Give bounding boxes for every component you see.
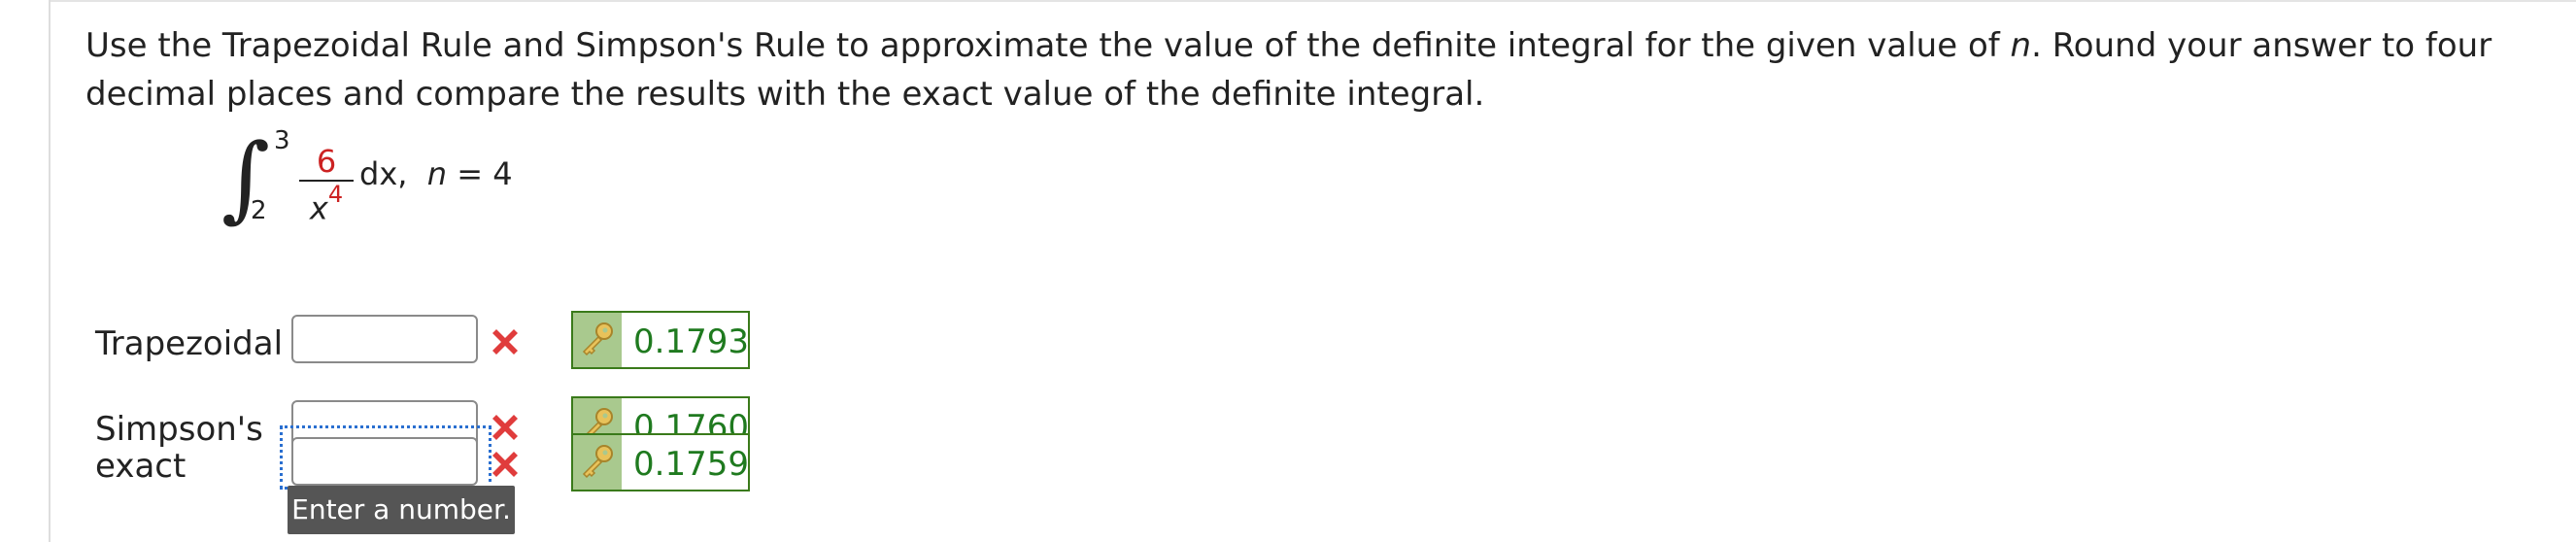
row-label: Simpson's [95, 410, 263, 449]
x-mark-icon [492, 415, 518, 440]
input-tooltip: Enter a number. [288, 486, 515, 534]
integral-tail: dx, n = 4 [359, 155, 513, 192]
key-icon [582, 445, 613, 479]
problem-text-part1: Use the Trapezoidal Rule and Simpson's R… [85, 26, 2011, 65]
key-icon [582, 322, 613, 356]
problem-statement: Use the Trapezoidal Rule and Simpson's R… [85, 21, 2553, 119]
problem-var-n: n [2010, 26, 2032, 65]
n-variable: n [426, 155, 448, 192]
n-value: = 4 [447, 155, 513, 192]
trapezoidal-input[interactable] [291, 315, 478, 363]
key-icon-cell [573, 313, 622, 367]
left-border [49, 0, 51, 542]
integrand-denominator: x4 [299, 181, 354, 227]
denominator-base: x [309, 189, 328, 227]
exact-input[interactable] [291, 437, 478, 486]
key-icon-cell [573, 435, 622, 490]
integral-expression: ∫ 3 2 6 x4 dx, n = 4 [221, 124, 629, 231]
top-border [51, 0, 2576, 2]
answer-key-box[interactable]: 0.1759 [571, 433, 750, 491]
x-mark-icon [492, 452, 518, 477]
denominator-exponent: 4 [327, 181, 344, 208]
row-label: exact [95, 447, 186, 486]
differential: dx, [359, 155, 408, 192]
x-mark-icon [492, 329, 518, 355]
fraction-bar [299, 180, 354, 182]
correct-answer: 0.1793 [633, 322, 749, 361]
integral-upper-limit: 3 [274, 126, 290, 155]
integrand-fraction: 6 x4 [299, 144, 354, 226]
correct-answer: 0.1759 [633, 445, 749, 484]
row-label: Trapezoidal [95, 324, 284, 363]
integrand-numerator: 6 [316, 143, 337, 180]
integral-lower-limit: 2 [251, 196, 267, 225]
answer-key-box[interactable]: 0.1793 [571, 311, 750, 369]
